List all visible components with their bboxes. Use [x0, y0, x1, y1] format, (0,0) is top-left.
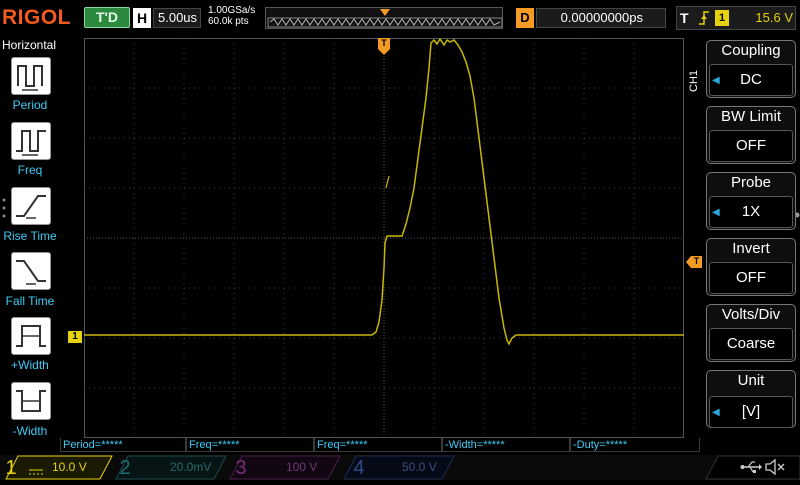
- delay-value[interactable]: 0.00000000ps: [536, 8, 666, 28]
- pos-width-label: +Width: [11, 358, 49, 372]
- brand-logo: RIGOL: [2, 6, 71, 29]
- ch4-number[interactable]: 4: [348, 456, 370, 480]
- volts-div-title: Volts/Div: [721, 306, 781, 323]
- horizontal-label: H: [133, 8, 151, 28]
- neg-width-label: -Width: [12, 424, 48, 438]
- memory-waveform-overview: [265, 7, 503, 29]
- unit-title: Unit: [737, 372, 765, 389]
- invert-value: OFF: [709, 262, 793, 294]
- unit-left-arrow-icon: ◀: [712, 407, 720, 418]
- ch1-number[interactable]: 1: [0, 456, 22, 480]
- trigger-level-marker-label: T: [693, 256, 700, 266]
- sample-info: 1.00GSa/s 60.0k pts: [208, 5, 255, 27]
- waveform-display[interactable]: [84, 37, 684, 438]
- ch1-dc-coupling-icon: [28, 463, 44, 475]
- pos-width-icon: [16, 325, 46, 347]
- volts-div-value: Coarse: [709, 328, 793, 360]
- freq-icon: [16, 130, 46, 156]
- probe-value: 1X: [709, 196, 793, 228]
- memory-overview-graphic: [267, 9, 503, 28]
- unit-value: [V]: [709, 396, 793, 428]
- fall-time-icon: [16, 260, 46, 285]
- ch1-ground-marker[interactable]: 1: [68, 331, 82, 343]
- usb-icon: [740, 459, 762, 475]
- rise-time-label: Rise Time: [3, 229, 57, 243]
- fall-time-button[interactable]: [11, 252, 51, 290]
- sound-mute-icon[interactable]: [764, 458, 786, 476]
- graticule: [84, 37, 684, 438]
- rise-time-icon: [16, 195, 46, 219]
- trigger-label: T: [680, 10, 689, 26]
- freq-button[interactable]: [11, 122, 51, 160]
- measurement-period[interactable]: Period=*****: [60, 438, 186, 452]
- trigger-level[interactable]: 15.6 V: [735, 9, 793, 27]
- ch4-scale[interactable]: 50.0 V: [402, 458, 437, 476]
- invert-title: Invert: [732, 240, 770, 257]
- measurement-neg-duty[interactable]: -Duty=*****: [570, 438, 700, 452]
- left-menu-title: Horizontal: [2, 38, 57, 52]
- ch2-scale[interactable]: 20.0mV: [170, 458, 211, 476]
- probe-title: Probe: [730, 174, 772, 191]
- fall-time-label: Fall Time: [5, 294, 55, 308]
- neg-width-icon: [16, 390, 46, 412]
- trigger-source-badge: 1: [715, 10, 729, 26]
- rising-edge-icon: [698, 9, 710, 27]
- measurement-freq-2[interactable]: Freq=*****: [314, 438, 442, 452]
- coupling-value: DC: [709, 64, 793, 96]
- period-icon: [17, 65, 43, 91]
- sample-rate: 1.00GSa/s: [208, 5, 256, 16]
- coupling-title: Coupling: [721, 42, 781, 59]
- ch2-number[interactable]: 2: [114, 456, 136, 480]
- ch1-scale[interactable]: 10.0 V: [52, 458, 87, 476]
- pos-width-button[interactable]: [11, 317, 51, 355]
- probe-left-arrow-icon: ◀: [712, 207, 720, 218]
- measurement-neg-width[interactable]: -Width=*****: [442, 438, 570, 452]
- neg-width-button[interactable]: [11, 382, 51, 420]
- bw-limit-title: BW Limit: [721, 108, 781, 125]
- coupling-left-arrow-icon: ◀: [712, 75, 720, 86]
- rise-time-button[interactable]: [11, 187, 51, 225]
- channel-tab: CH1: [688, 70, 700, 93]
- measurement-freq-1[interactable]: Freq=*****: [186, 438, 314, 452]
- ch3-number[interactable]: 3: [230, 456, 252, 480]
- period-button[interactable]: [11, 57, 51, 95]
- bw-limit-value: OFF: [709, 130, 793, 162]
- memory-depth: 60.0k pts: [208, 16, 249, 27]
- freq-label: Freq: [17, 163, 43, 177]
- left-menu-page-indicator: [2, 198, 6, 222]
- trigger-status-badge: T'D: [84, 7, 130, 28]
- timebase-value[interactable]: 5.00us: [153, 8, 201, 28]
- ch3-scale[interactable]: 100 V: [286, 458, 317, 476]
- trigger-position-label: T: [381, 38, 387, 48]
- delay-label: D: [516, 8, 534, 28]
- period-label: Period: [12, 98, 48, 112]
